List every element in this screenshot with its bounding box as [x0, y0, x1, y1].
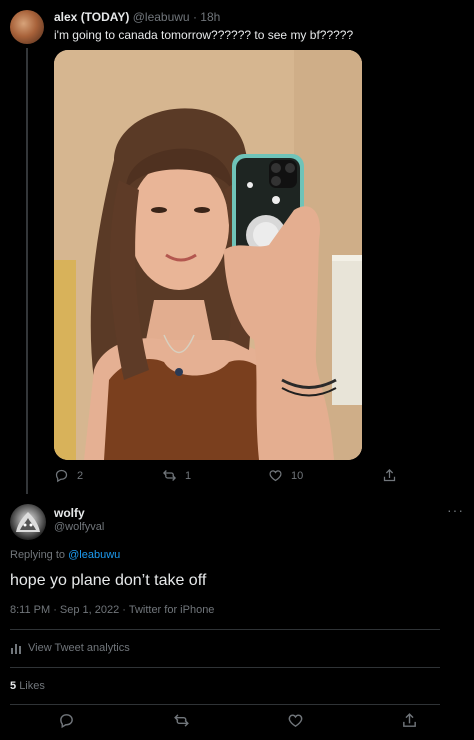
- tweet-text: i'm going to canada tomorrow?????? to se…: [54, 28, 354, 42]
- divider: [10, 667, 440, 668]
- replying-to: Replying to @leabuwu: [10, 549, 120, 561]
- like-button[interactable]: [287, 712, 304, 729]
- retweet-button[interactable]: 1: [162, 468, 191, 483]
- tweet-header: alex (TODAY) @leabuwu · 18h: [54, 10, 220, 24]
- tweet-text: hope yo plane don’t take off: [10, 572, 207, 589]
- reply-count: 2: [77, 469, 84, 482]
- divider: [10, 629, 440, 630]
- like-icon: [269, 470, 282, 482]
- tweet-actions: [0, 712, 474, 734]
- time[interactable]: · 18h: [193, 10, 220, 24]
- replying-handle-link[interactable]: @leabuwu: [68, 549, 120, 561]
- tweet-timestamp[interactable]: 8:11 PM · Sep 1, 2022 · Twitter for iPho…: [10, 604, 214, 616]
- tweet-actions: 2 1 10: [54, 468, 404, 488]
- share-icon: [383, 468, 396, 482]
- analytics-icon: [11, 644, 21, 654]
- reply-button[interactable]: [58, 712, 75, 729]
- thread-line: [26, 48, 28, 494]
- analytics-label: View Tweet analytics: [28, 642, 130, 654]
- tweet-analytics-link[interactable]: View Tweet analytics: [10, 642, 130, 654]
- retweet-icon: [162, 470, 177, 481]
- parent-tweet[interactable]: alex (TODAY) @leabuwu · 18h i'm going to…: [0, 0, 474, 494]
- avatar[interactable]: [10, 10, 44, 44]
- more-options-icon[interactable]: ···: [447, 502, 464, 518]
- retweet-count: 1: [185, 469, 192, 482]
- divider: [10, 704, 440, 705]
- reply-button[interactable]: 2: [54, 468, 83, 483]
- retweet-icon: [174, 714, 189, 727]
- reply-icon: [55, 469, 68, 483]
- retweet-button[interactable]: [173, 712, 190, 729]
- reply-icon: [60, 714, 73, 729]
- like-count: 10: [291, 469, 304, 482]
- tweet-photo[interactable]: [54, 50, 362, 460]
- share-button[interactable]: [382, 468, 397, 483]
- display-name[interactable]: alex (TODAY): [54, 10, 129, 24]
- share-button[interactable]: [401, 712, 418, 729]
- share-icon: [403, 713, 416, 727]
- like-button[interactable]: 10: [268, 468, 303, 483]
- avatar[interactable]: [10, 504, 46, 540]
- handle[interactable]: @leabuwu: [133, 10, 190, 24]
- replying-label: Replying to: [10, 549, 66, 561]
- likes-summary[interactable]: 5 Likes: [10, 680, 45, 692]
- handle[interactable]: @wolfyval: [54, 521, 104, 533]
- likes-count: 5: [10, 680, 17, 692]
- like-icon: [288, 714, 303, 728]
- display-name[interactable]: wolfy: [54, 506, 85, 520]
- likes-label: Likes: [19, 680, 45, 692]
